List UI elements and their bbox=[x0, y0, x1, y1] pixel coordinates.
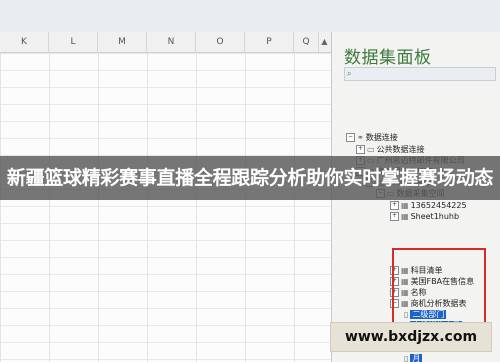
expand-icon[interactable]: + bbox=[390, 201, 399, 210]
column-header-row: K L M N O P Q ▲ bbox=[0, 32, 331, 53]
connection-icon: ⚭ bbox=[357, 133, 364, 142]
watermark-text: www.bxdjzx.com bbox=[344, 329, 478, 345]
tree-node-label: Sheet1huhb bbox=[410, 212, 460, 221]
tree-node-label: 月 bbox=[410, 354, 423, 362]
tree-node[interactable]: + ▦ 13652454225 bbox=[390, 200, 467, 211]
column-header-l[interactable]: L bbox=[49, 32, 98, 52]
table-icon: ▦ bbox=[401, 201, 409, 210]
folder-icon: ▭ bbox=[367, 145, 375, 154]
tree-node[interactable]: ▯ 月 bbox=[404, 353, 423, 362]
banner-title: 新疆篮球精彩赛事直播全程跟踪分析助你实时掌握赛场动态 bbox=[6, 167, 494, 189]
panel-search-field[interactable]: ⌕ bbox=[344, 67, 496, 81]
tree-node-label: 数据连接 bbox=[365, 133, 398, 142]
column-header-n[interactable]: N bbox=[147, 32, 196, 52]
table-icon: ▦ bbox=[401, 212, 409, 221]
cell-grid[interactable] bbox=[0, 53, 331, 362]
collapse-icon[interactable]: − bbox=[346, 133, 355, 142]
tree-node-label: 公共数据连接 bbox=[376, 145, 425, 154]
panel-title: 数据集面板 bbox=[344, 48, 432, 68]
column-header-p[interactable]: P bbox=[245, 32, 294, 52]
column-header-k[interactable]: K bbox=[0, 32, 49, 52]
scroll-up-icon[interactable]: ▲ bbox=[320, 35, 329, 48]
tree-node[interactable]: + ▦ Sheet1huhb bbox=[390, 211, 459, 222]
highlight-box bbox=[392, 248, 486, 330]
screenshot-stage: K L M N O P Q ▲ 数据集面板 ⌕ −⚭数据连接+▭公共数据连接+▭… bbox=[0, 0, 500, 362]
field-icon: ▯ bbox=[404, 354, 409, 362]
tree-node-label: 13652454225 bbox=[410, 201, 467, 210]
title-banner: 新疆篮球精彩赛事直播全程跟踪分析助你实时掌握赛场动态 bbox=[0, 156, 500, 200]
column-header-q[interactable]: Q bbox=[294, 32, 319, 52]
column-header-o[interactable]: O bbox=[196, 32, 245, 52]
expand-icon[interactable]: + bbox=[390, 212, 399, 221]
search-icon: ⌕ bbox=[347, 69, 352, 78]
expand-icon[interactable]: + bbox=[356, 145, 365, 154]
tree-node[interactable]: − ⚭ 数据连接 bbox=[346, 132, 398, 143]
column-header-m[interactable]: M bbox=[98, 32, 147, 52]
tree-node[interactable]: + ▭ 公共数据连接 bbox=[356, 144, 425, 155]
watermark-badge: www.bxdjzx.com bbox=[330, 322, 492, 352]
